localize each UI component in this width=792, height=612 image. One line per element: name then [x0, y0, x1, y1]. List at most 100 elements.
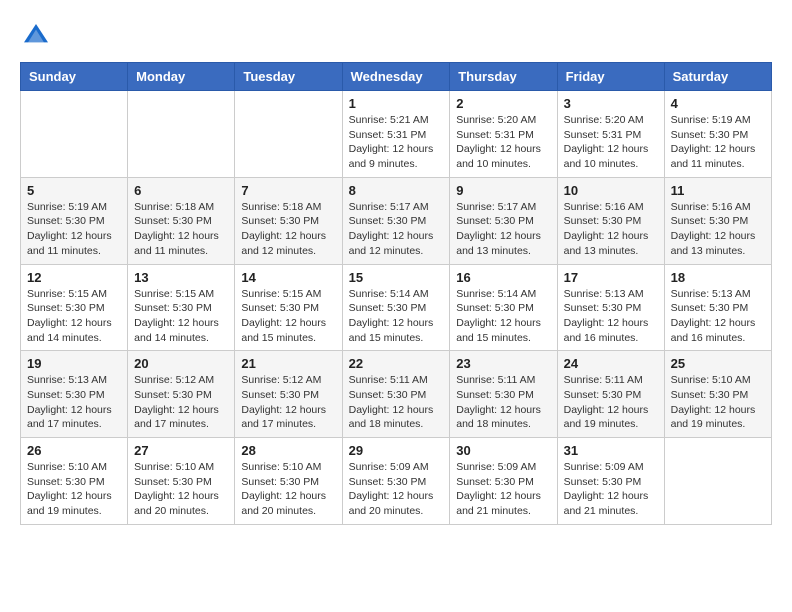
calendar-week-row: 1 Sunrise: 5:21 AM Sunset: 5:31 PM Daylig… [21, 91, 772, 178]
day-number: 26 [27, 443, 121, 458]
day-number: 7 [241, 183, 335, 198]
day-number: 1 [349, 96, 444, 111]
logo-icon [20, 20, 52, 52]
day-number: 25 [671, 356, 765, 371]
day-number: 23 [456, 356, 550, 371]
day-info: Sunrise: 5:16 AM Sunset: 5:30 PM Dayligh… [564, 200, 658, 259]
day-info: Sunrise: 5:10 AM Sunset: 5:30 PM Dayligh… [134, 460, 228, 519]
day-number: 2 [456, 96, 550, 111]
calendar-cell: 26 Sunrise: 5:10 AM Sunset: 5:30 PM Dayli… [21, 438, 128, 525]
calendar-cell: 25 Sunrise: 5:10 AM Sunset: 5:30 PM Dayli… [664, 351, 771, 438]
calendar-header-row: SundayMondayTuesdayWednesdayThursdayFrid… [21, 63, 772, 91]
day-number: 15 [349, 270, 444, 285]
calendar-cell: 14Sunrise: 5:15 AM Sunset: 5:30 PM Dayli… [235, 264, 342, 351]
day-info: Sunrise: 5:19 AM Sunset: 5:30 PM Dayligh… [671, 113, 765, 172]
calendar-cell: 28 Sunrise: 5:10 AM Sunset: 5:30 PM Dayli… [235, 438, 342, 525]
calendar-cell: 1 Sunrise: 5:21 AM Sunset: 5:31 PM Daylig… [342, 91, 450, 178]
calendar-cell: 13 Sunrise: 5:15 AM Sunset: 5:30 PM Dayli… [128, 264, 235, 351]
day-number: 29 [349, 443, 444, 458]
day-info: Sunrise: 5:17 AM Sunset: 5:30 PM Dayligh… [456, 200, 550, 259]
page-header [20, 20, 772, 52]
day-info: Sunrise: 5:15 AM Sunset: 5:30 PM Dayligh… [134, 287, 228, 346]
calendar-cell: 31 Sunrise: 5:09 AM Sunset: 5:30 PM Dayli… [557, 438, 664, 525]
day-info: Sunrise: 5:10 AM Sunset: 5:30 PM Dayligh… [671, 373, 765, 432]
calendar-cell: 15 Sunrise: 5:14 AM Sunset: 5:30 PM Dayli… [342, 264, 450, 351]
day-header-tuesday: Tuesday [235, 63, 342, 91]
calendar-cell: 19 Sunrise: 5:13 AM Sunset: 5:30 PM Dayli… [21, 351, 128, 438]
calendar-cell: 29Sunrise: 5:09 AM Sunset: 5:30 PM Dayli… [342, 438, 450, 525]
day-info: Sunrise: 5:20 AM Sunset: 5:31 PM Dayligh… [564, 113, 658, 172]
day-info: Sunrise: 5:14 AM Sunset: 5:30 PM Dayligh… [349, 287, 444, 346]
day-number: 19 [27, 356, 121, 371]
day-number: 31 [564, 443, 658, 458]
day-number: 11 [671, 183, 765, 198]
calendar-cell: 2 Sunrise: 5:20 AM Sunset: 5:31 PM Daylig… [450, 91, 557, 178]
calendar-week-row: 5 Sunrise: 5:19 AM Sunset: 5:30 PM Daylig… [21, 177, 772, 264]
calendar-cell: 27Sunrise: 5:10 AM Sunset: 5:30 PM Dayli… [128, 438, 235, 525]
day-number: 16 [456, 270, 550, 285]
day-header-thursday: Thursday [450, 63, 557, 91]
day-header-friday: Friday [557, 63, 664, 91]
day-info: Sunrise: 5:09 AM Sunset: 5:30 PM Dayligh… [456, 460, 550, 519]
day-number: 28 [241, 443, 335, 458]
day-number: 24 [564, 356, 658, 371]
day-info: Sunrise: 5:21 AM Sunset: 5:31 PM Dayligh… [349, 113, 444, 172]
calendar-cell: 17 Sunrise: 5:13 AM Sunset: 5:30 PM Dayli… [557, 264, 664, 351]
calendar-cell: 10 Sunrise: 5:16 AM Sunset: 5:30 PM Dayli… [557, 177, 664, 264]
calendar-cell: 6 Sunrise: 5:18 AM Sunset: 5:30 PM Daylig… [128, 177, 235, 264]
day-info: Sunrise: 5:13 AM Sunset: 5:30 PM Dayligh… [671, 287, 765, 346]
day-number: 30 [456, 443, 550, 458]
day-number: 3 [564, 96, 658, 111]
calendar-cell: 30 Sunrise: 5:09 AM Sunset: 5:30 PM Dayli… [450, 438, 557, 525]
day-info: Sunrise: 5:13 AM Sunset: 5:30 PM Dayligh… [27, 373, 121, 432]
day-header-monday: Monday [128, 63, 235, 91]
calendar-cell: 9 Sunrise: 5:17 AM Sunset: 5:30 PM Daylig… [450, 177, 557, 264]
day-info: Sunrise: 5:18 AM Sunset: 5:30 PM Dayligh… [241, 200, 335, 259]
day-info: Sunrise: 5:11 AM Sunset: 5:30 PM Dayligh… [564, 373, 658, 432]
day-info: Sunrise: 5:18 AM Sunset: 5:30 PM Dayligh… [134, 200, 228, 259]
day-number: 20 [134, 356, 228, 371]
calendar-table: SundayMondayTuesdayWednesdayThursdayFrid… [20, 62, 772, 525]
day-number: 4 [671, 96, 765, 111]
calendar-week-row: 26 Sunrise: 5:10 AM Sunset: 5:30 PM Dayli… [21, 438, 772, 525]
calendar-cell [664, 438, 771, 525]
calendar-cell [235, 91, 342, 178]
day-info: Sunrise: 5:15 AM Sunset: 5:30 PM Dayligh… [241, 287, 335, 346]
calendar-cell: 18 Sunrise: 5:13 AM Sunset: 5:30 PM Dayli… [664, 264, 771, 351]
day-info: Sunrise: 5:15 AM Sunset: 5:30 PM Dayligh… [27, 287, 121, 346]
calendar-cell: 8Sunrise: 5:17 AM Sunset: 5:30 PM Daylig… [342, 177, 450, 264]
day-number: 22 [349, 356, 444, 371]
calendar-week-row: 19 Sunrise: 5:13 AM Sunset: 5:30 PM Dayli… [21, 351, 772, 438]
day-number: 10 [564, 183, 658, 198]
calendar-cell: 20 Sunrise: 5:12 AM Sunset: 5:30 PM Dayli… [128, 351, 235, 438]
day-number: 13 [134, 270, 228, 285]
calendar-cell: 7 Sunrise: 5:18 AM Sunset: 5:30 PM Daylig… [235, 177, 342, 264]
calendar-cell: 24 Sunrise: 5:11 AM Sunset: 5:30 PM Dayli… [557, 351, 664, 438]
day-number: 21 [241, 356, 335, 371]
day-number: 9 [456, 183, 550, 198]
day-number: 12 [27, 270, 121, 285]
day-info: Sunrise: 5:19 AM Sunset: 5:30 PM Dayligh… [27, 200, 121, 259]
day-info: Sunrise: 5:09 AM Sunset: 5:30 PM Dayligh… [564, 460, 658, 519]
day-info: Sunrise: 5:11 AM Sunset: 5:30 PM Dayligh… [456, 373, 550, 432]
day-info: Sunrise: 5:17 AM Sunset: 5:30 PM Dayligh… [349, 200, 444, 259]
day-number: 6 [134, 183, 228, 198]
day-number: 5 [27, 183, 121, 198]
calendar-cell: 16Sunrise: 5:14 AM Sunset: 5:30 PM Dayli… [450, 264, 557, 351]
day-info: Sunrise: 5:10 AM Sunset: 5:30 PM Dayligh… [241, 460, 335, 519]
calendar-cell: 22Sunrise: 5:11 AM Sunset: 5:30 PM Dayli… [342, 351, 450, 438]
calendar-week-row: 12 Sunrise: 5:15 AM Sunset: 5:30 PM Dayli… [21, 264, 772, 351]
day-number: 17 [564, 270, 658, 285]
day-info: Sunrise: 5:13 AM Sunset: 5:30 PM Dayligh… [564, 287, 658, 346]
calendar-cell [21, 91, 128, 178]
calendar-cell: 21 Sunrise: 5:12 AM Sunset: 5:30 PM Dayli… [235, 351, 342, 438]
day-info: Sunrise: 5:12 AM Sunset: 5:30 PM Dayligh… [241, 373, 335, 432]
day-number: 18 [671, 270, 765, 285]
day-info: Sunrise: 5:20 AM Sunset: 5:31 PM Dayligh… [456, 113, 550, 172]
calendar-cell: 23 Sunrise: 5:11 AM Sunset: 5:30 PM Dayli… [450, 351, 557, 438]
day-info: Sunrise: 5:12 AM Sunset: 5:30 PM Dayligh… [134, 373, 228, 432]
day-info: Sunrise: 5:10 AM Sunset: 5:30 PM Dayligh… [27, 460, 121, 519]
day-header-sunday: Sunday [21, 63, 128, 91]
day-info: Sunrise: 5:16 AM Sunset: 5:30 PM Dayligh… [671, 200, 765, 259]
logo [20, 20, 56, 52]
